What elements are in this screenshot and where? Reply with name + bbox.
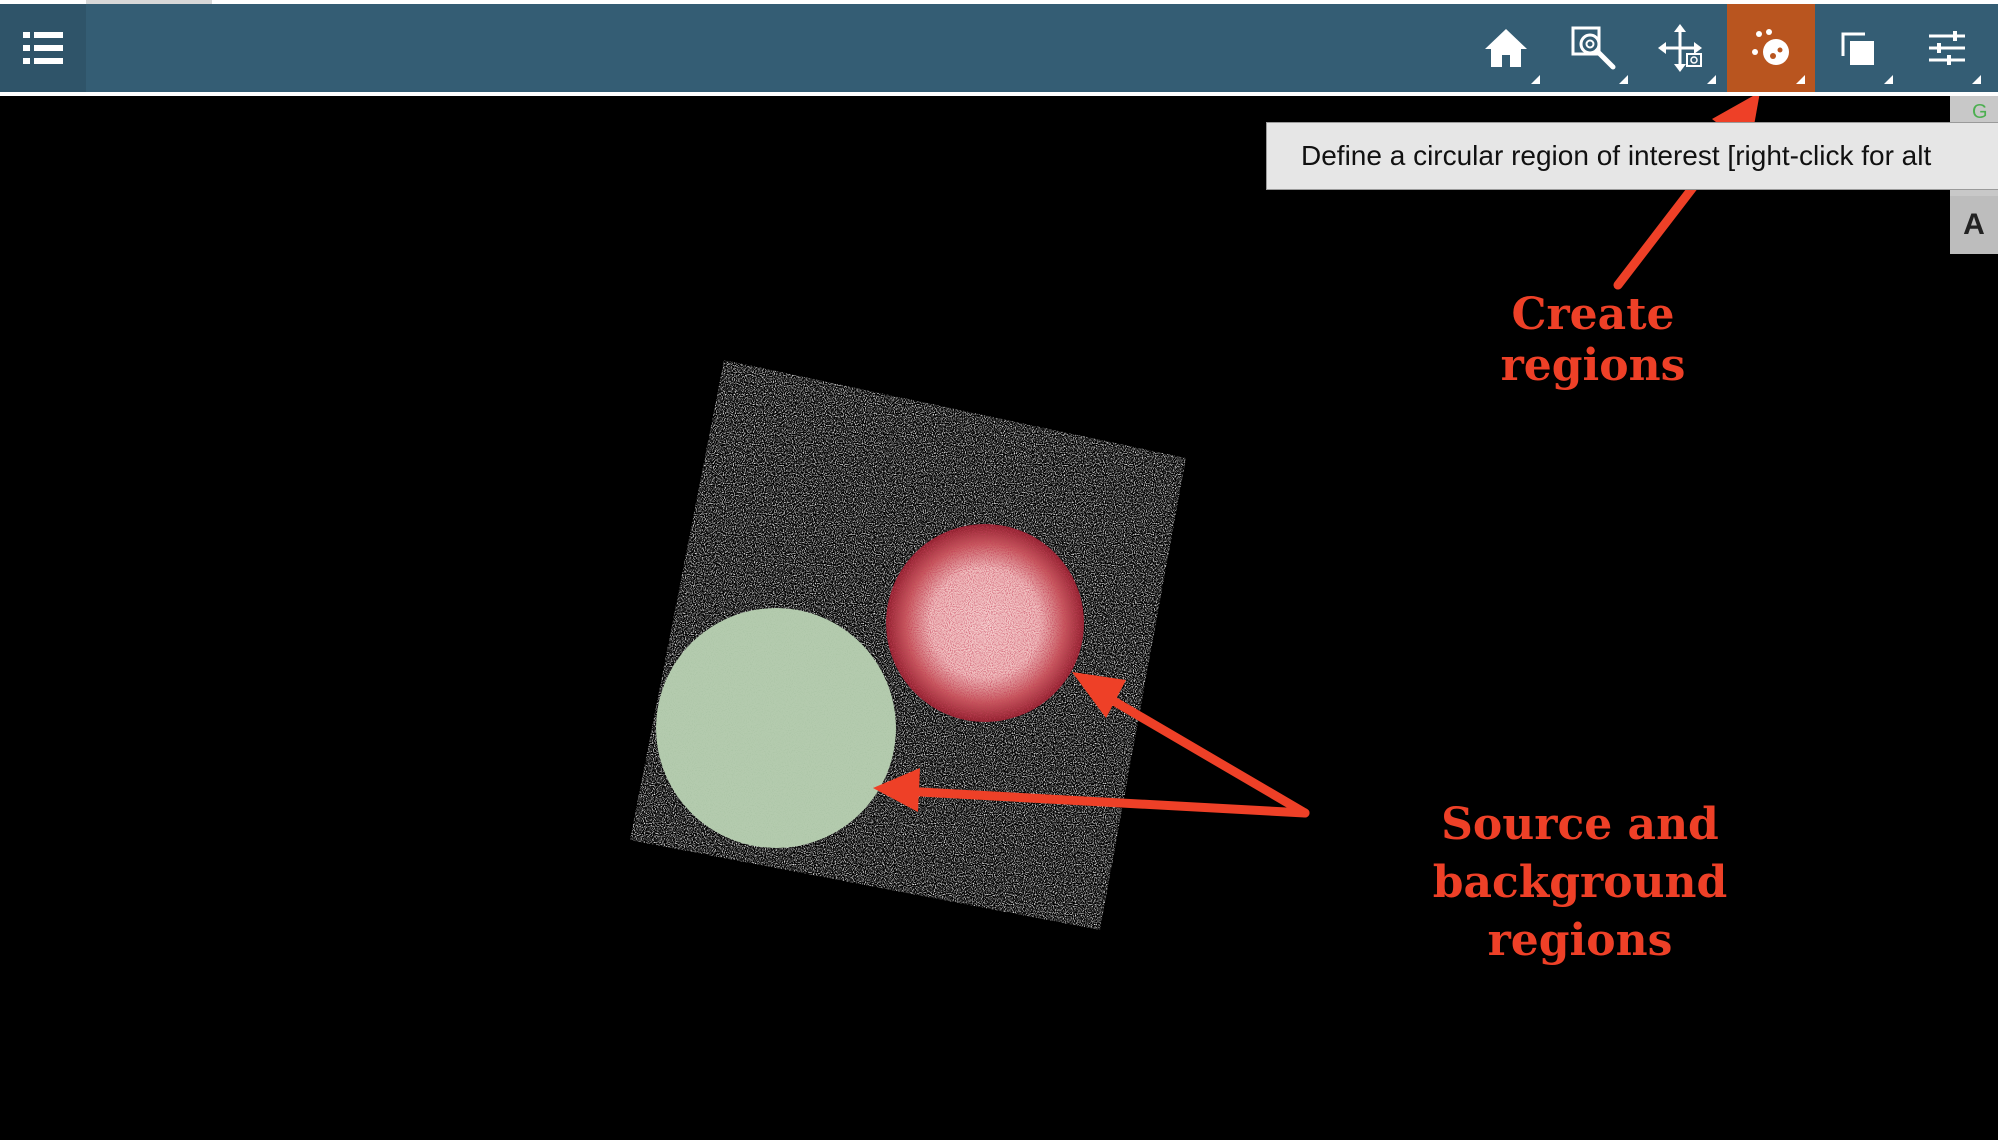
dropdown-corner: [1796, 75, 1805, 84]
home-button[interactable]: [1462, 4, 1550, 92]
home-icon: [1485, 29, 1527, 67]
dropdown-corner: [1531, 75, 1540, 84]
zoom-region-icon: [1571, 26, 1616, 70]
menu-button[interactable]: [0, 4, 86, 92]
dropdown-corner: [1707, 75, 1716, 84]
create-regions-label: Create regions: [1500, 289, 1686, 391]
image-canvas[interactable]: [0, 92, 1998, 1135]
region-tool-tooltip: Define a circular region of interest [ri…: [1266, 122, 1998, 190]
zoom-button[interactable]: [1550, 4, 1638, 92]
region-tool-button[interactable]: [1727, 4, 1815, 92]
dropdown-corner: [1972, 75, 1981, 84]
circle-region-icon: [1752, 29, 1789, 65]
frames-button[interactable]: [1815, 4, 1903, 92]
source-background-label-line1: Source and background: [1432, 799, 1728, 908]
source-background-label-line2: regions: [1487, 915, 1673, 966]
source-background-label: Source and background regions: [1300, 796, 1860, 970]
pan-button[interactable]: [1638, 4, 1726, 92]
image-viewer[interactable]: Create regions Source and background reg…: [0, 92, 1998, 1135]
list-icon: [23, 32, 63, 64]
arrow-to-source-region: [1107, 695, 1310, 818]
dropdown-corner: [1619, 75, 1628, 84]
pan-icon: [1658, 24, 1702, 72]
dropdown-corner: [1884, 75, 1893, 84]
settings-button[interactable]: [1903, 4, 1991, 92]
frames-icon: [1841, 32, 1874, 65]
sliders-icon: [1929, 31, 1965, 65]
